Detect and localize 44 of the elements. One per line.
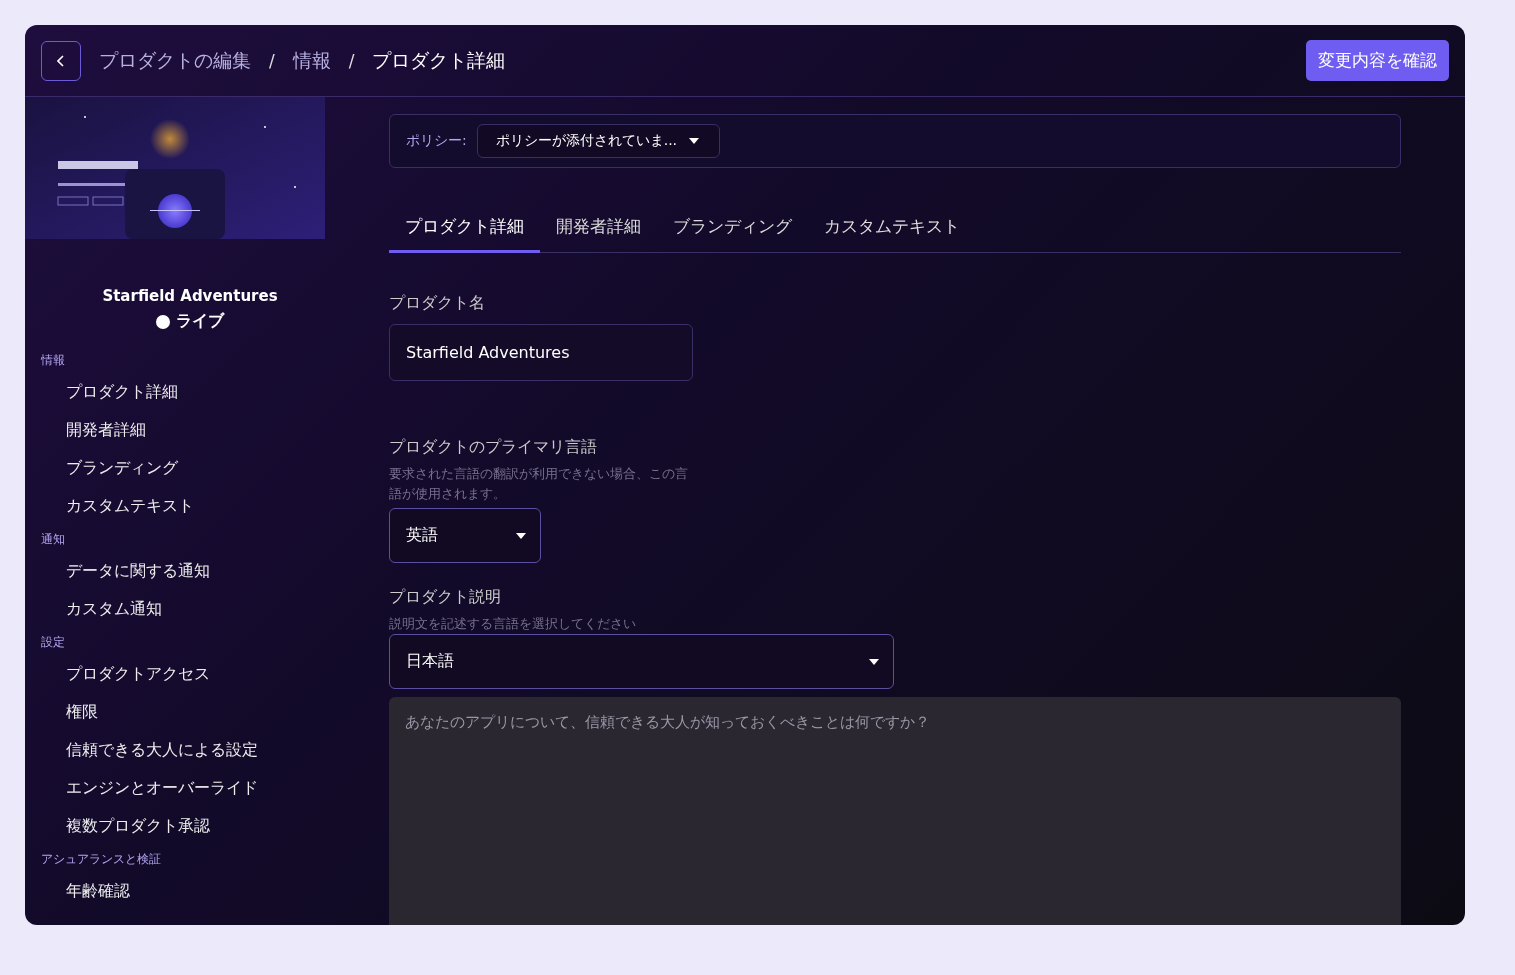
sidebar-item[interactable]: プロダクトアクセス (25, 655, 355, 693)
sidebar-item[interactable]: 複数プロダクト承認 (25, 807, 355, 845)
tab[interactable]: ブランディング (657, 205, 808, 253)
status-label: ライブ (176, 311, 224, 332)
sidebar-item[interactable]: エンジンとオーバーライド (25, 769, 355, 807)
chevron-left-icon (57, 54, 65, 67)
section-title: アシュアランスと検証 (40, 851, 162, 868)
product-name-field[interactable]: Starfield Adventures (389, 324, 693, 381)
description-field[interactable]: あなたのアプリについて、信頼できる大人が知っておくべきことは何ですか？ (389, 697, 1401, 925)
sidebar-item[interactable]: 開発者詳細 (25, 411, 355, 449)
back-button[interactable] (41, 40, 81, 81)
breadcrumb-item[interactable]: 情報 (292, 47, 331, 74)
sidebar-item[interactable]: 信頼できる大人による設定 (25, 731, 355, 769)
sidebar-item[interactable]: ブランディング (25, 449, 355, 487)
section-title: 設定 (40, 634, 66, 651)
sidebar-item[interactable]: プロダクト詳細 (25, 373, 355, 411)
section-title: 情報 (40, 352, 66, 369)
field-label: プロダクト名 (389, 293, 486, 314)
confirm-changes-button[interactable]: 変更内容を確認 (1306, 40, 1449, 81)
sidebar-item[interactable]: カスタム通知 (25, 590, 355, 628)
field-hint: 要求された言語の翻訳が利用できない場合、この言語が使用されます。 (389, 465, 689, 503)
caret-icon (689, 138, 700, 144)
breadcrumb-separator: / (269, 50, 275, 71)
sidebar-item[interactable]: 権限 (25, 693, 355, 731)
product-name: Starfield Adventures (101, 287, 279, 305)
language-dropdown[interactable]: 英語 (389, 508, 541, 563)
breadcrumb-separator: / (348, 50, 355, 71)
breadcrumb-item[interactable]: プロダクトの編集 (99, 47, 251, 74)
tab[interactable]: 開発者詳細 (540, 205, 657, 253)
policy-dropdown[interactable]: ポリシーが添付されていま... (476, 124, 721, 158)
field-label: プロダクト説明 (389, 587, 502, 608)
section-title: 通知 (40, 531, 66, 548)
description-language-dropdown[interactable]: 日本語 (389, 634, 894, 689)
policy-label: ポリシー: (406, 132, 467, 150)
field-label: プロダクトのプライマリ言語 (389, 437, 598, 458)
tab[interactable]: プロダクト詳細 (389, 205, 540, 253)
sidebar-item[interactable]: カスタムテキスト (25, 487, 355, 525)
caret-icon (516, 532, 526, 539)
caret-icon (869, 658, 879, 665)
sidebar-item[interactable]: データに関する通知 (25, 552, 355, 590)
field-hint: 説明文を記述する言語を選択してください (389, 615, 637, 633)
sidebar-item[interactable]: 年齢確認 (25, 872, 355, 910)
tab[interactable]: カスタムテキスト (808, 205, 976, 253)
breadcrumb-item: プロダクト詳細 (372, 47, 506, 73)
